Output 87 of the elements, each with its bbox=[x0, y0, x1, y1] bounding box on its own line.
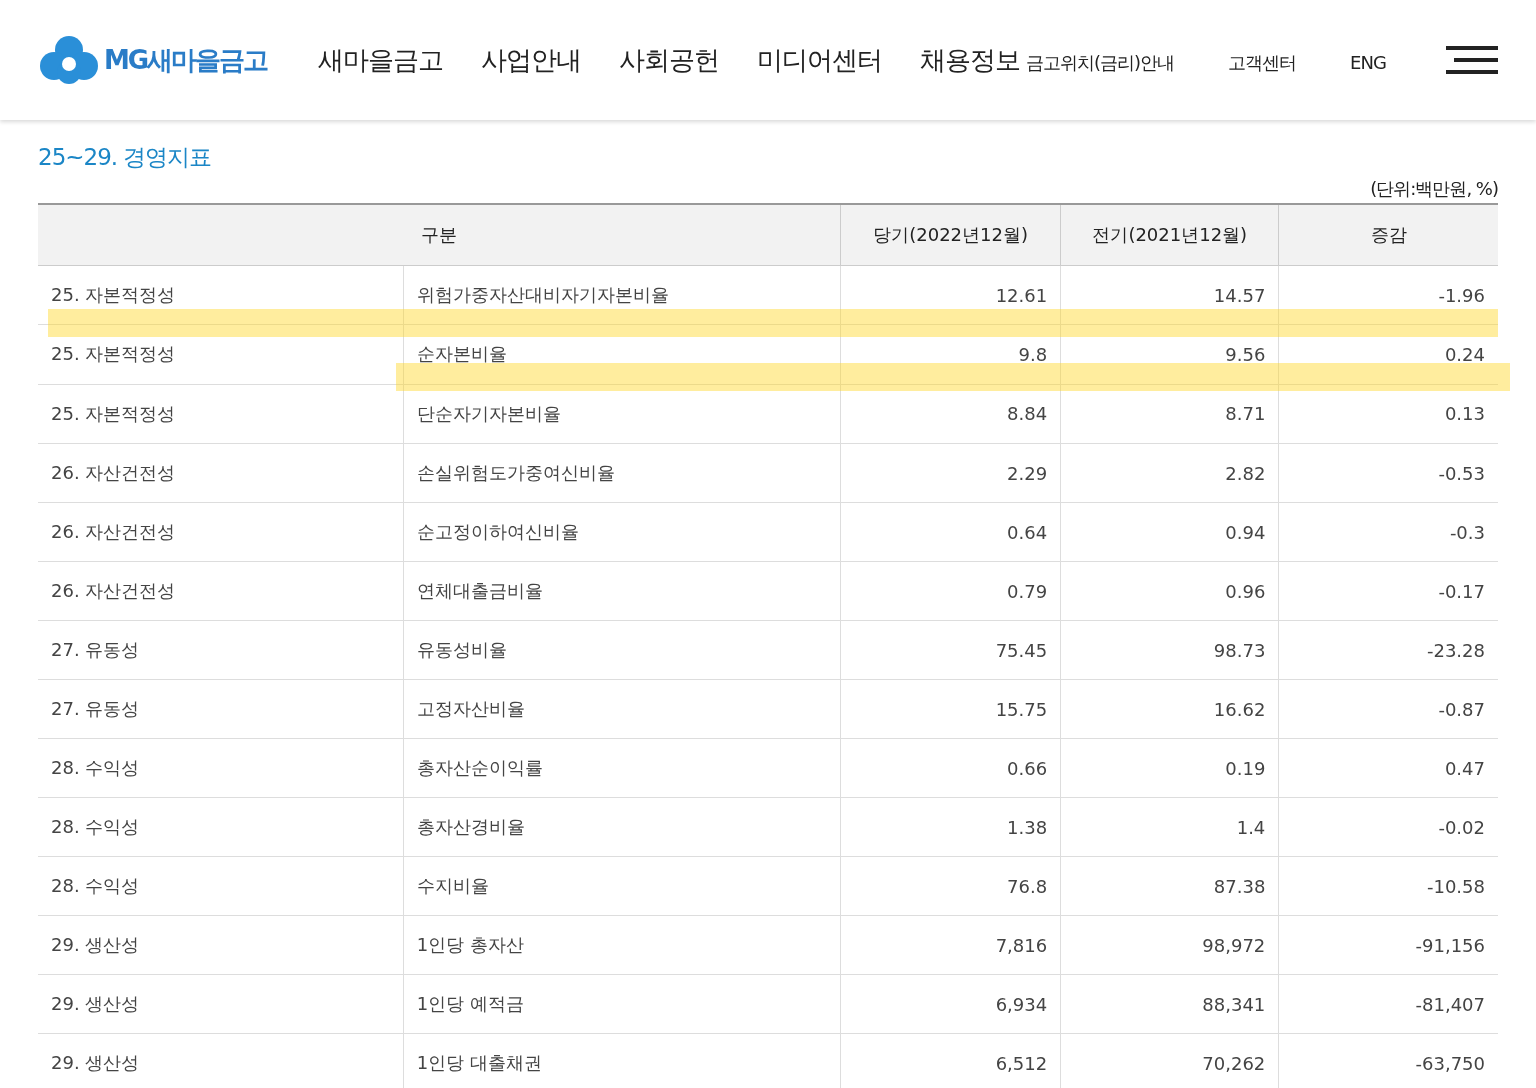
table-cell: 88,341 bbox=[1060, 974, 1279, 1034]
table-cell: 26. 자산건전성 bbox=[38, 561, 404, 621]
table-cell: -91,156 bbox=[1278, 915, 1498, 975]
table-cell: 29. 생산성 bbox=[38, 974, 404, 1034]
nav-link[interactable]: 새마을금고 bbox=[318, 42, 443, 78]
table-cell: 28. 수익성 bbox=[38, 797, 404, 857]
table-cell: 14.57 bbox=[1060, 265, 1279, 325]
table-cell: 25. 자본적정성 bbox=[38, 265, 404, 325]
table-cell: 0.79 bbox=[840, 561, 1061, 621]
section-title: 25~29. 경영지표 bbox=[38, 143, 213, 172]
menu-icon[interactable] bbox=[1446, 46, 1498, 74]
column-header: 구분 bbox=[38, 204, 841, 266]
table-cell: 15.75 bbox=[840, 679, 1061, 739]
table-cell: 0.94 bbox=[1060, 502, 1279, 562]
column-header: 증감 bbox=[1278, 204, 1498, 266]
table-cell: 총자산순이익률 bbox=[403, 738, 841, 798]
table-cell: 고정자산비율 bbox=[403, 679, 841, 739]
table-cell: 연체대출금비율 bbox=[403, 561, 841, 621]
table-cell: 0.24 bbox=[1278, 325, 1498, 384]
table-cell: 0.47 bbox=[1278, 738, 1498, 798]
table-cell: 1.4 bbox=[1060, 797, 1279, 857]
table-cell: 98.73 bbox=[1060, 620, 1279, 680]
table-cell: 29. 생산성 bbox=[38, 1033, 404, 1088]
table-cell: 1인당 예적금 bbox=[403, 974, 841, 1034]
table-cell: -10.58 bbox=[1278, 856, 1498, 916]
table-cell: 단순자기자본비율 bbox=[403, 384, 841, 444]
logo-text[interactable]: MG새마을금고 bbox=[104, 42, 268, 78]
table-cell: 순자본비율 bbox=[403, 325, 841, 384]
nav-link[interactable]: 사업안내 bbox=[481, 42, 581, 78]
table-cell: 75.45 bbox=[840, 620, 1061, 680]
table-cell: 0.64 bbox=[840, 502, 1061, 562]
column-header: 당기(2022년12월) bbox=[840, 204, 1061, 266]
table-cell: 9.8 bbox=[840, 325, 1061, 384]
table-cell: 1.38 bbox=[840, 797, 1061, 857]
table-cell: 0.13 bbox=[1278, 384, 1498, 444]
table-cell: 16.62 bbox=[1060, 679, 1279, 739]
table-cell: 27. 유동성 bbox=[38, 620, 404, 680]
table-cell: -81,407 bbox=[1278, 974, 1498, 1034]
table-cell: 27. 유동성 bbox=[38, 679, 404, 739]
nav-link[interactable]: 사회공헌 bbox=[619, 42, 719, 78]
table-cell: 수지비율 bbox=[403, 856, 841, 916]
table-cell: 0.96 bbox=[1060, 561, 1279, 621]
table-cell: 8.71 bbox=[1060, 384, 1279, 444]
table-cell: 2.29 bbox=[840, 443, 1061, 503]
table-cell: 26. 자산건전성 bbox=[38, 502, 404, 562]
table-cell: -0.3 bbox=[1278, 502, 1498, 562]
nav-link[interactable]: 고객센터 bbox=[1228, 50, 1297, 75]
table-cell: 70,262 bbox=[1060, 1033, 1279, 1088]
table-cell: 28. 수익성 bbox=[38, 738, 404, 798]
table-cell: -23.28 bbox=[1278, 620, 1498, 680]
table-cell: 9.56 bbox=[1060, 325, 1279, 384]
table-cell: -0.17 bbox=[1278, 561, 1498, 621]
table-cell: 6,934 bbox=[840, 974, 1061, 1034]
nav-link[interactable]: 금고위치(금리)안내 bbox=[1026, 50, 1175, 75]
nav-link[interactable]: 미디어센터 bbox=[757, 42, 882, 78]
table-cell: -0.87 bbox=[1278, 679, 1498, 739]
table-cell: -63,750 bbox=[1278, 1033, 1498, 1088]
column-header: 전기(2021년12월) bbox=[1060, 204, 1279, 266]
table-cell: 87.38 bbox=[1060, 856, 1279, 916]
table-cell: 총자산경비율 bbox=[403, 797, 841, 857]
table-cell: 손실위험도가중여신비율 bbox=[403, 443, 841, 503]
table-cell: 76.8 bbox=[840, 856, 1061, 916]
table-cell: 0.19 bbox=[1060, 738, 1279, 798]
table-cell: 6,512 bbox=[840, 1033, 1061, 1088]
table-cell: 1인당 대출채권 bbox=[403, 1033, 841, 1088]
table-cell: 1인당 총자산 bbox=[403, 915, 841, 975]
table-cell: 12.61 bbox=[840, 265, 1061, 325]
table-cell: 7,816 bbox=[840, 915, 1061, 975]
table-cell: 2.82 bbox=[1060, 443, 1279, 503]
table-cell: -0.02 bbox=[1278, 797, 1498, 857]
nav-link[interactable]: ENG bbox=[1350, 51, 1386, 73]
table-cell: 25. 자본적정성 bbox=[38, 325, 404, 384]
table-cell: 98,972 bbox=[1060, 915, 1279, 975]
table-cell: 위험가중자산대비자기자본비율 bbox=[403, 265, 841, 325]
table-cell: -1.96 bbox=[1278, 265, 1498, 325]
table-cell: 26. 자산건전성 bbox=[38, 443, 404, 503]
table-cell: 8.84 bbox=[840, 384, 1061, 444]
table-cell: 순고정이하여신비율 bbox=[403, 502, 841, 562]
logo-icon bbox=[38, 34, 100, 86]
table-cell: -0.53 bbox=[1278, 443, 1498, 503]
table-cell: 0.66 bbox=[840, 738, 1061, 798]
table-cell: 29. 생산성 bbox=[38, 915, 404, 975]
table-cell: 유동성비율 bbox=[403, 620, 841, 680]
nav-link[interactable]: 채용정보 bbox=[920, 42, 1020, 78]
table-cell: 25. 자본적정성 bbox=[38, 384, 404, 444]
table-cell: 28. 수익성 bbox=[38, 856, 404, 916]
unit-note: (단위:백만원, %) bbox=[1370, 178, 1498, 199]
